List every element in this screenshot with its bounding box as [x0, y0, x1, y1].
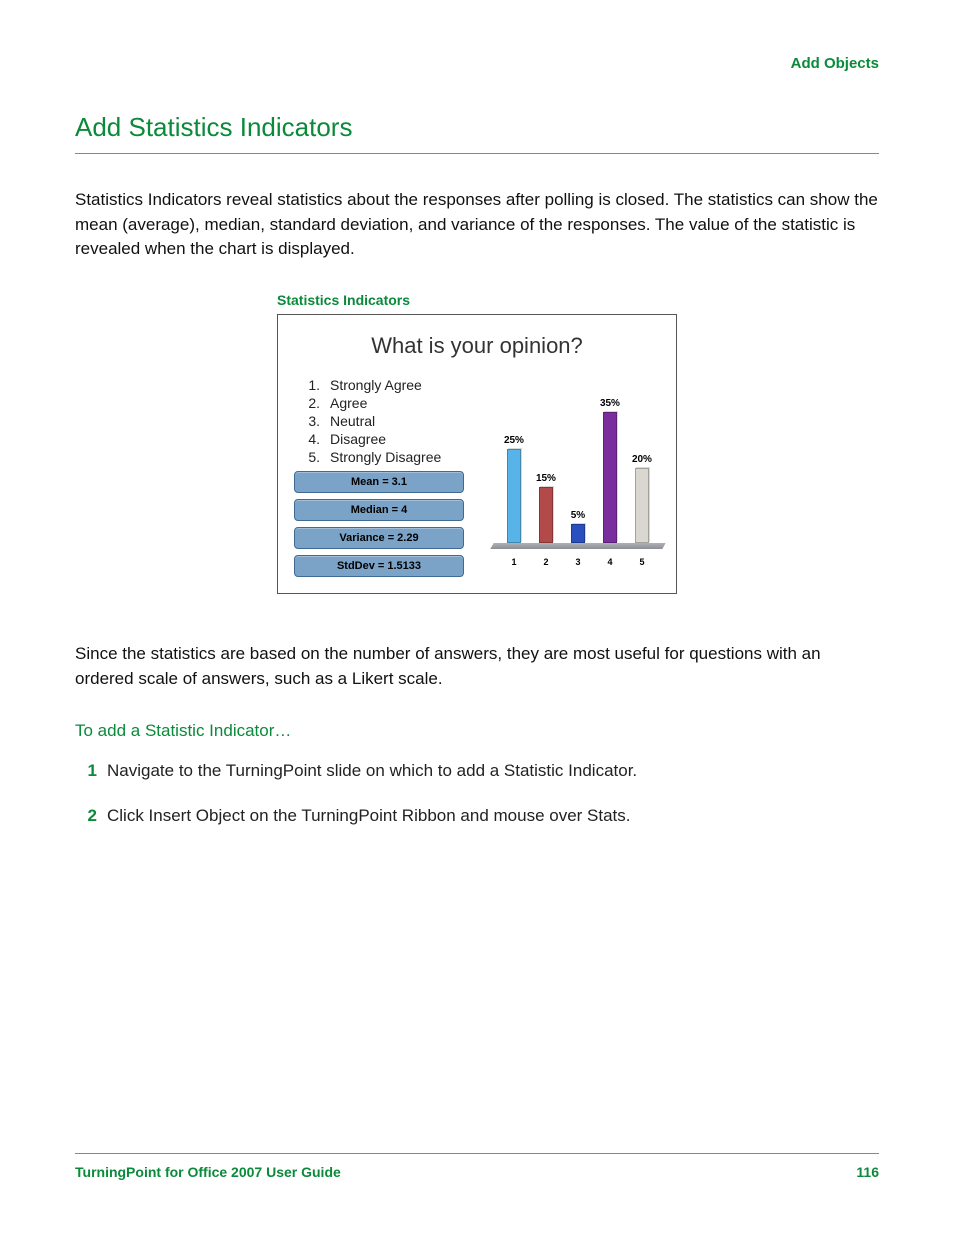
bar	[635, 468, 649, 543]
bar-4: 35%	[594, 398, 626, 543]
bar-1: 25%	[498, 435, 530, 543]
answer-list: 1.Strongly Agree 2.Agree 3.Neutral 4.Dis…	[298, 377, 492, 465]
step-number: 1	[75, 759, 97, 784]
list-item: 2.Agree	[298, 395, 492, 411]
stat-pill-median: Median = 4	[294, 499, 464, 521]
step-1: 1 Navigate to the TurningPoint slide on …	[75, 759, 879, 784]
figure-title: What is your opinion?	[290, 333, 664, 359]
stat-pill-stddev: StdDev = 1.5133	[294, 555, 464, 577]
page: Add Objects Add Statistics Indicators St…	[0, 0, 954, 1235]
figure-right-column: 25% 15% 5% 35% 20% 1 2 3 4 5	[492, 377, 664, 567]
step-text: Navigate to the TurningPoint slide on wh…	[107, 759, 637, 784]
bar	[571, 524, 585, 543]
x-tick: 3	[575, 557, 580, 567]
section-title: Add Statistics Indicators	[75, 112, 879, 154]
chart-base	[490, 543, 665, 549]
step-text: Click Insert Object on the TurningPoint …	[107, 804, 631, 829]
step-2: 2 Click Insert Object on the TurningPoin…	[75, 804, 879, 829]
paragraph-2: Since the statistics are based on the nu…	[75, 642, 879, 691]
intro-paragraph: Statistics Indicators reveal statistics …	[75, 188, 879, 262]
list-item: 3.Neutral	[298, 413, 492, 429]
bar-chart: 25% 15% 5% 35% 20% 1 2 3 4 5	[492, 377, 664, 567]
bar-label: 20%	[632, 454, 652, 465]
bar-label: 5%	[571, 510, 585, 521]
bar	[539, 487, 553, 543]
bar-3: 5%	[562, 510, 594, 543]
footer-page-number: 116	[856, 1164, 879, 1180]
list-item: 5.Strongly Disagree	[298, 449, 492, 465]
x-tick: 4	[607, 557, 612, 567]
list-item: 4.Disagree	[298, 431, 492, 447]
bar-label: 25%	[504, 435, 524, 446]
stat-pill-mean: Mean = 3.1	[294, 471, 464, 493]
footer-left: TurningPoint for Office 2007 User Guide	[75, 1164, 341, 1180]
footer: TurningPoint for Office 2007 User Guide …	[75, 1153, 879, 1180]
breadcrumb: Add Objects	[75, 55, 879, 72]
bar-label: 15%	[536, 473, 556, 484]
sub-heading: To add a Statistic Indicator…	[75, 721, 879, 741]
bar-label: 35%	[600, 398, 620, 409]
bar-2: 15%	[530, 473, 562, 543]
figure-box: What is your opinion? 1.Strongly Agree 2…	[277, 314, 677, 594]
bar	[603, 412, 617, 543]
figure-caption: Statistics Indicators	[277, 292, 677, 308]
x-tick: 2	[543, 557, 548, 567]
bar	[507, 449, 521, 543]
bar-5: 20%	[626, 454, 658, 543]
x-tick: 5	[639, 557, 644, 567]
list-item: 1.Strongly Agree	[298, 377, 492, 393]
step-number: 2	[75, 804, 97, 829]
figure: Statistics Indicators What is your opini…	[277, 292, 677, 594]
stat-pill-variance: Variance = 2.29	[294, 527, 464, 549]
x-tick: 1	[511, 557, 516, 567]
figure-left-column: 1.Strongly Agree 2.Agree 3.Neutral 4.Dis…	[290, 377, 492, 577]
